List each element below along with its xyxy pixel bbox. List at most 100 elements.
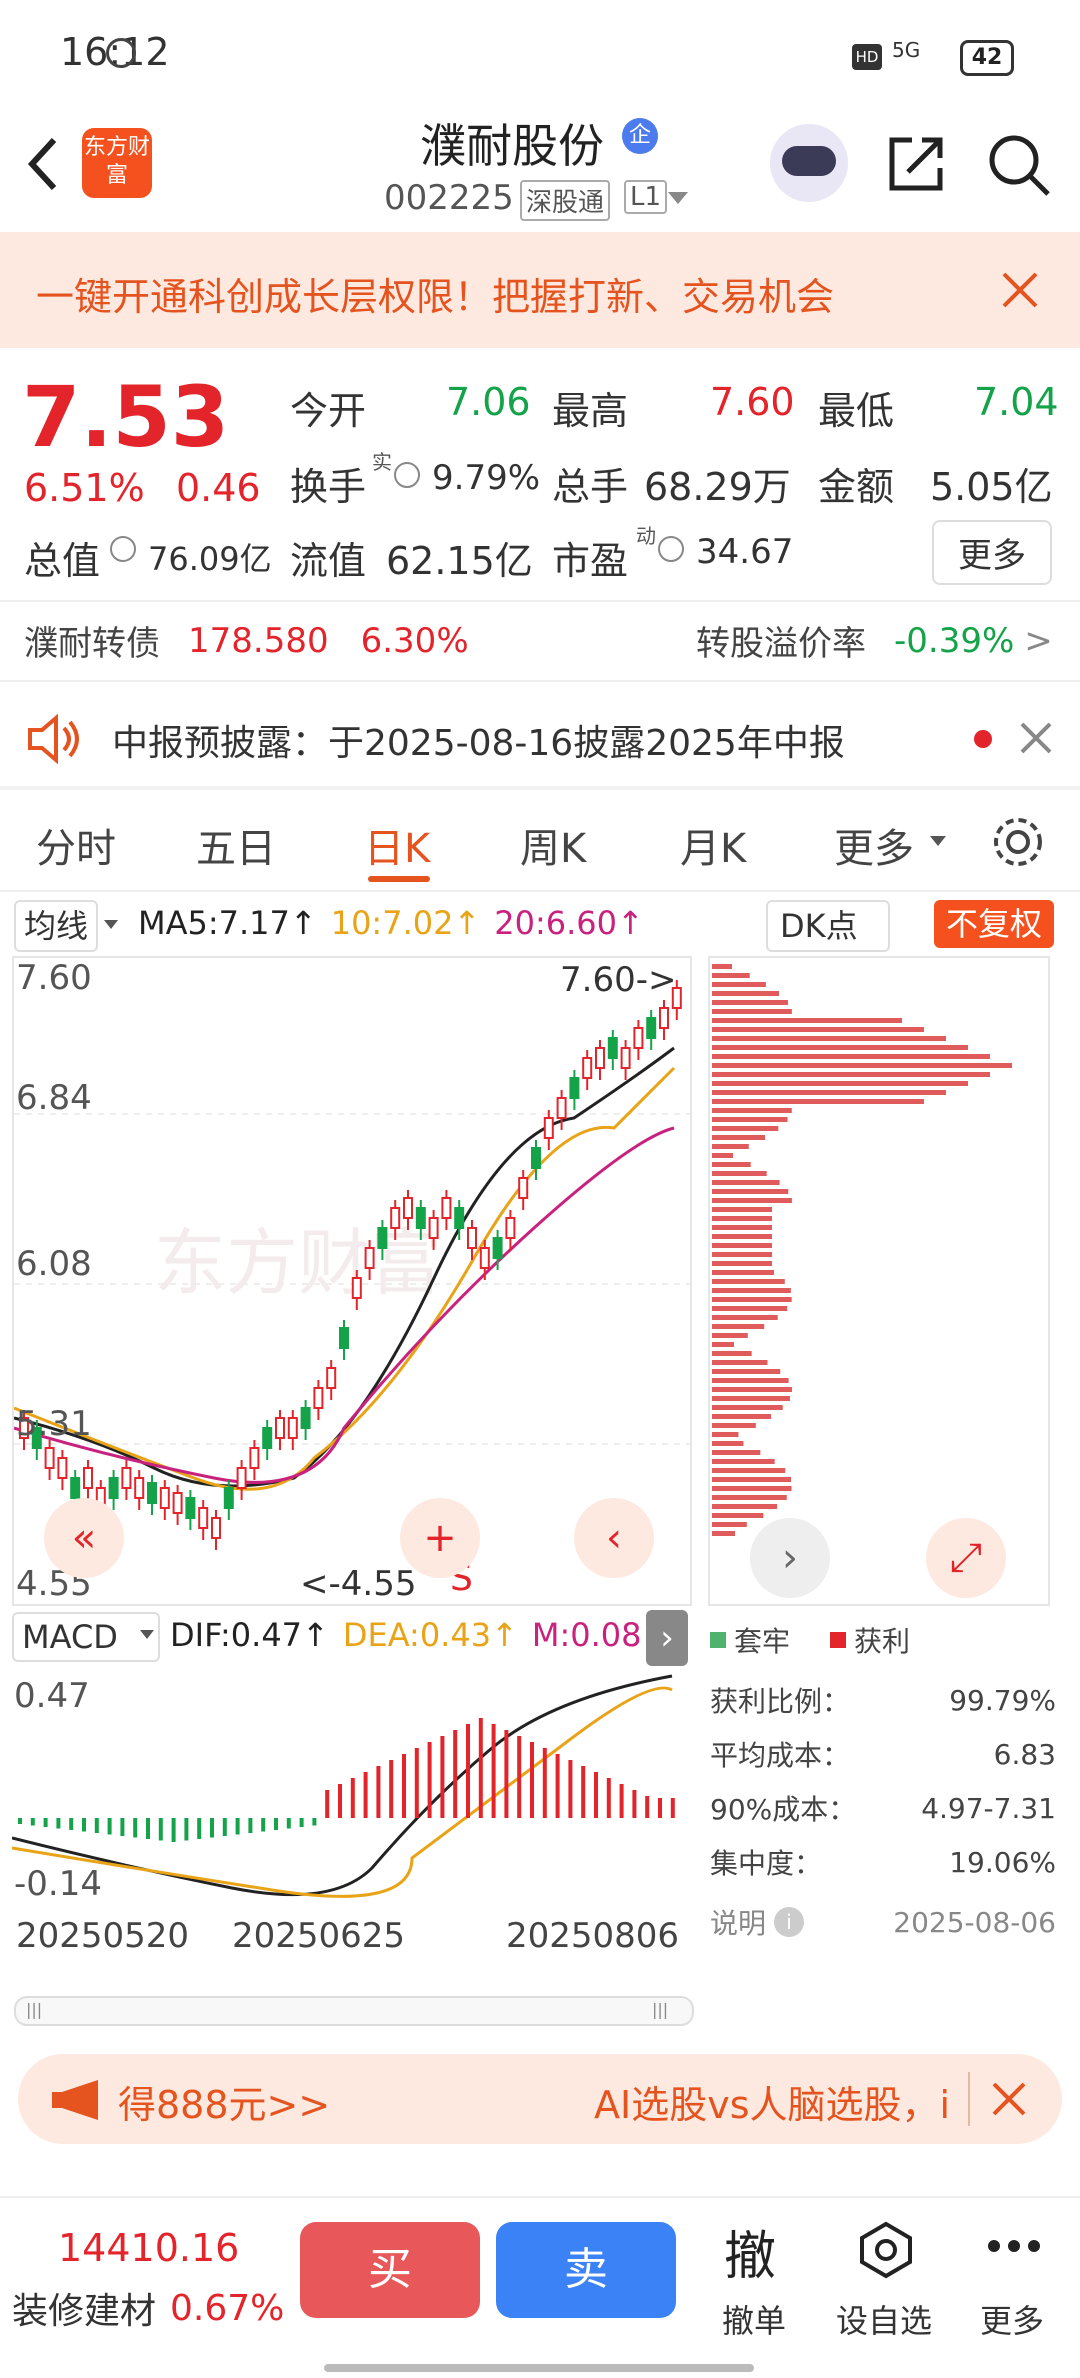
convertible-bond-row[interactable]: 濮耐转债 178.580 6.30% <box>24 616 469 665</box>
macd-chart[interactable]: 0.47 -0.14 <box>12 1668 692 1918</box>
slider-handle-left[interactable]: ||| <box>26 2000 42 2019</box>
candle-body <box>569 1077 580 1099</box>
chip-bar <box>712 1468 786 1473</box>
close-icon[interactable] <box>1000 270 1040 310</box>
sector-pct: 0.67% <box>170 2287 285 2329</box>
index-value[interactable]: 14410.16 <box>58 2226 239 2270</box>
more-button[interactable]: 更多 <box>932 520 1052 585</box>
macd-bar <box>658 1798 662 1818</box>
tab-monthly-k[interactable]: 月K <box>680 816 746 874</box>
chip-bar <box>712 1000 788 1005</box>
slider-handle-right[interactable]: ||| <box>652 2000 668 2019</box>
chip-row-value: 99.79% <box>949 1683 1056 1717</box>
chip-bar <box>712 1054 990 1059</box>
sector-row[interactable]: 装修建材 0.67% <box>12 2282 284 2334</box>
tab-more[interactable]: 更多 <box>834 816 914 874</box>
close-icon[interactable] <box>990 2080 1028 2118</box>
cancel-order-label[interactable]: 撤单 <box>722 2296 786 2342</box>
chip-bar <box>712 1270 774 1275</box>
cancel-order-icon[interactable]: 撤 <box>724 2214 776 2289</box>
zoom-in-icon[interactable]: + <box>400 1498 480 1578</box>
range-slider[interactable]: ||| ||| <box>14 1996 694 2026</box>
chip-bar <box>712 1072 990 1077</box>
chip-row: 平均成本： 6.83 <box>710 1734 1056 1774</box>
candle-body <box>275 1417 285 1439</box>
add-watchlist-label[interactable]: 设自选 <box>836 2296 932 2342</box>
chip-bar <box>712 1162 751 1167</box>
chip-bar <box>712 1459 775 1464</box>
macd-bar <box>350 1778 355 1818</box>
candle-body <box>415 1207 426 1229</box>
back-icon[interactable] <box>22 134 62 194</box>
candle-body <box>364 1247 375 1269</box>
chip-bar <box>712 1360 768 1365</box>
chip-bar <box>712 1522 747 1527</box>
scroll-left-icon[interactable]: ‹ <box>574 1498 654 1578</box>
share-icon[interactable] <box>884 132 948 196</box>
settings-gear-icon[interactable] <box>990 814 1046 870</box>
macd-bar <box>606 1778 611 1818</box>
kline-chart[interactable]: 东方财富 7.60 6.84 6.08 5.31 4.55 7.60-> <-4… <box>12 956 692 1606</box>
chip-explain-row[interactable]: 说明 i 2025-08-06 <box>710 1902 1056 1942</box>
no-adjust-button[interactable]: 不复权 <box>934 900 1055 948</box>
candle-body <box>543 1117 554 1139</box>
promo-bar[interactable]: 得888元>> AI选股vs人脑选股，i <box>18 2054 1062 2144</box>
promo-banner[interactable]: 一键开通科创成长层权限！把握打新、交易机会 <box>0 232 1080 348</box>
macd-bar <box>555 1754 560 1818</box>
candle-body <box>249 1447 260 1469</box>
dropdown-icon[interactable] <box>666 190 690 208</box>
macd-select[interactable]: MACD <box>12 1612 160 1662</box>
candle-body <box>428 1217 439 1239</box>
app-logo[interactable]: 东方财富 <box>82 128 152 198</box>
open-label: 今开 <box>290 389 367 433</box>
tab-weekly-k[interactable]: 周K <box>520 816 586 874</box>
scroll-right-icon[interactable]: › <box>750 1518 830 1598</box>
tab-five-day[interactable]: 五日 <box>196 816 276 874</box>
search-icon[interactable] <box>986 132 1052 198</box>
info-icon[interactable] <box>658 536 684 562</box>
chip-bar <box>712 1081 968 1086</box>
dk-point-button[interactable]: DK点 <box>766 900 890 952</box>
chevron-right-icon: > <box>1024 620 1053 661</box>
info-icon[interactable] <box>394 462 420 488</box>
macd-bar <box>414 1748 419 1818</box>
macd-bar <box>94 1818 99 1833</box>
macd-bar <box>120 1818 125 1836</box>
premium-row[interactable]: 转股溢价率 -0.39% > <box>696 616 1053 665</box>
close-icon[interactable] <box>1018 720 1054 756</box>
macd-bar <box>542 1748 547 1818</box>
chip-distribution[interactable]: › ⤢ <box>708 956 1050 1606</box>
tab-daily-k[interactable]: 日K <box>364 816 430 874</box>
notice-bar[interactable]: 中报预披露：于2025-08-16披露2025年中报 <box>0 684 1080 790</box>
indicator-select[interactable]: 均线 <box>14 900 99 952</box>
volume-label: 总手 <box>552 465 629 509</box>
buy-button[interactable]: 买 <box>300 2222 480 2318</box>
expand-arrow-icon[interactable]: › <box>646 1610 688 1666</box>
scroll-left-fast-icon[interactable]: « <box>44 1498 124 1578</box>
mktcap-label: 总值 <box>24 539 101 583</box>
macd-bar <box>466 1724 470 1818</box>
tab-intraday[interactable]: 分时 <box>36 816 116 874</box>
sell-button[interactable]: 卖 <box>496 2222 676 2318</box>
chip-bar <box>712 1099 924 1104</box>
macd-bar <box>43 1818 48 1827</box>
expand-icon[interactable]: ⤢ <box>926 1518 1006 1598</box>
macd-bar <box>197 1818 202 1839</box>
caret-down-icon <box>140 1630 154 1639</box>
chip-bar <box>712 1297 792 1302</box>
explain-label: 说明 <box>710 1907 767 1940</box>
chip-row-value: 6.83 <box>993 1737 1056 1771</box>
battery-icon: 42 <box>960 40 1014 76</box>
chip-legend: 套牢 获利 <box>710 1620 1056 1660</box>
unread-dot <box>974 730 992 748</box>
more-dots-icon[interactable] <box>986 2236 1042 2256</box>
more-label[interactable]: 更多 <box>980 2296 1044 2342</box>
chip-row-value: 19.06% <box>949 1845 1056 1879</box>
assistant-avatar[interactable] <box>770 124 848 202</box>
candle-body <box>211 1517 221 1539</box>
chip-bar <box>712 1423 756 1428</box>
high-value: 7.60 <box>710 380 795 424</box>
candle-body <box>236 1467 247 1489</box>
add-watchlist-icon[interactable] <box>856 2220 916 2280</box>
info-icon[interactable] <box>110 536 136 562</box>
